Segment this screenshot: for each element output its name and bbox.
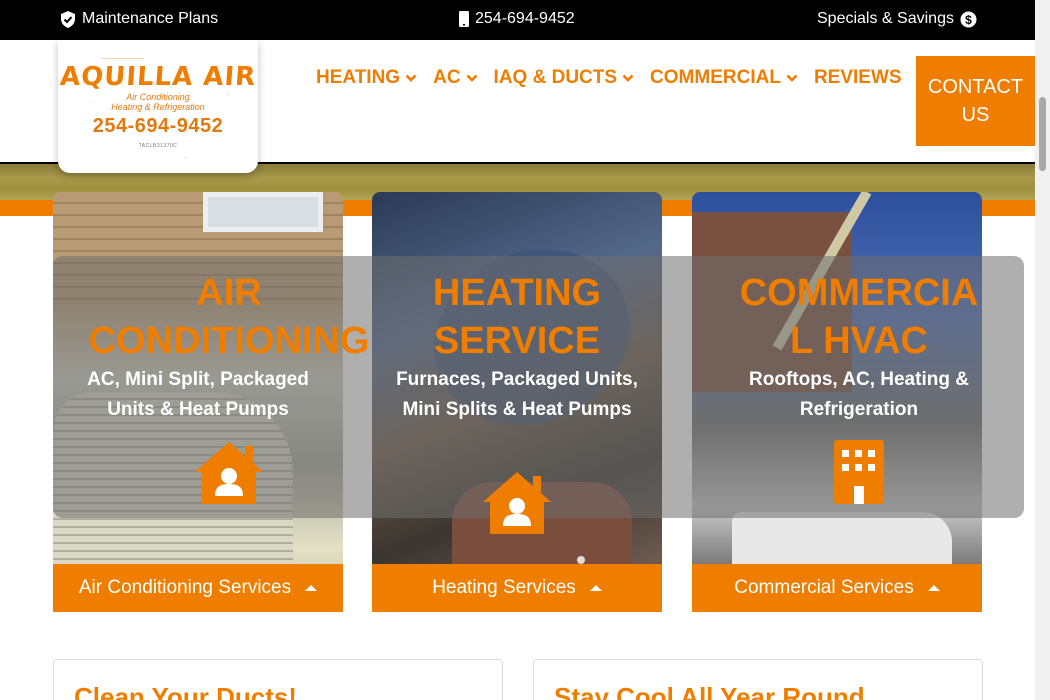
contact-line1: CONTACT xyxy=(927,76,1024,98)
clean-ducts-card: Clean Your Ducts! xyxy=(53,659,503,700)
logo[interactable]: AQUILLA AIR Air Conditioning Heating & R… xyxy=(58,40,258,173)
maintenance-plans-link[interactable]: Maintenance Plans xyxy=(60,10,218,28)
logo-line2: Heating & Refrigeration xyxy=(111,102,205,112)
chevron-down-icon xyxy=(622,74,634,82)
logo-license: TACLB31370C xyxy=(138,143,178,149)
top-bar: Maintenance Plans 254-694-9452 Specials … xyxy=(0,0,1035,40)
logo-phone: 254-694-9452 xyxy=(92,115,224,137)
heating-services-label: Heating Services xyxy=(432,577,576,598)
logo-line1: Air Conditioning xyxy=(126,92,190,102)
heating-card-title: HEATING SERVICE xyxy=(372,269,662,365)
chevron-down-icon xyxy=(405,74,417,82)
house-user-icon xyxy=(481,470,553,541)
scrollbar-thumb[interactable] xyxy=(1039,97,1046,171)
phone-label: 254-694-9452 xyxy=(475,10,575,27)
stay-cool-card: Stay Cool All Year Round xyxy=(533,659,983,700)
clean-ducts-title: Clean Your Ducts! xyxy=(74,682,297,700)
nav-item-reviews[interactable]: REVIEWS xyxy=(814,67,902,89)
maintenance-plans-label: Maintenance Plans xyxy=(82,10,219,27)
commercial-card-text: COMMERCIA L HVAC Rooftops, AC, Heating &… xyxy=(692,269,1026,425)
heating-card-text: HEATING SERVICE Furnaces, Packaged Units… xyxy=(372,269,662,425)
commercial-card-title: COMMERCIA L HVAC xyxy=(692,269,1026,365)
caret-up-icon xyxy=(589,585,602,591)
house-user-icon xyxy=(193,440,265,511)
nav-item-commercial[interactable]: COMMERCIAL xyxy=(650,67,798,89)
card-title-line: CONDITIONING xyxy=(88,320,370,362)
card-title-line: SERVICE xyxy=(433,320,601,362)
shield-check-icon xyxy=(60,10,76,28)
window-image xyxy=(203,192,323,232)
carousel-dot[interactable] xyxy=(577,556,585,564)
nav-label: AC xyxy=(433,67,461,88)
specials-savings-label: Specials & Savings xyxy=(817,10,954,27)
card-title-line: L HVAC xyxy=(790,320,928,362)
commercial-card-desc: Rooftops, AC, Heating & Refrigeration xyxy=(749,369,969,420)
commercial-services-label: Commercial Services xyxy=(734,577,914,598)
nav-item-heating[interactable]: HEATING xyxy=(316,67,417,89)
caret-up-icon xyxy=(305,585,318,591)
ac-card-text: AIR CONDITIONING AC, Mini Split, Package… xyxy=(53,269,405,425)
specials-savings-link[interactable]: Specials & Savings $ xyxy=(817,10,977,28)
card-title-line: COMMERCIA xyxy=(739,272,979,314)
heating-services-button[interactable]: Heating Services xyxy=(372,564,662,612)
chevron-down-icon xyxy=(466,74,477,82)
nav-label: IAQ & DUCTS xyxy=(493,67,618,88)
caret-up-icon xyxy=(927,585,940,591)
heating-card-desc: Furnaces, Packaged Units, Mini Splits & … xyxy=(396,369,638,420)
chevron-down-icon xyxy=(786,74,798,82)
ac-card-title: AIR CONDITIONING xyxy=(53,269,405,365)
building-icon xyxy=(834,440,884,509)
card-title-line: AIR xyxy=(196,272,262,314)
dollar-circle-icon: $ xyxy=(960,11,977,28)
nav-label: REVIEWS xyxy=(813,67,902,88)
nav-item-iaq-ducts[interactable]: IAQ & DUCTS xyxy=(494,67,635,89)
ac-card-desc: AC, Mini Split, Packaged Units & Heat Pu… xyxy=(87,369,309,420)
nav-item-ac[interactable]: AC xyxy=(433,67,477,89)
commercial-services-button[interactable]: Commercial Services xyxy=(692,564,982,612)
ac-services-button[interactable]: Air Conditioning Services xyxy=(53,564,343,612)
card-title-line: HEATING xyxy=(432,272,602,314)
logo-brand: AQUILLA AIR xyxy=(58,62,258,92)
phone-link[interactable]: 254-694-9452 xyxy=(459,10,575,28)
stay-cool-title: Stay Cool All Year Round xyxy=(554,682,865,700)
nav-label: COMMERCIAL xyxy=(650,67,781,88)
contact-us-button[interactable]: CONTACT US xyxy=(916,56,1035,146)
contact-line2: US xyxy=(961,104,990,126)
page-scrollbar[interactable] xyxy=(1035,0,1050,700)
main-nav: HEATING AC IAQ & DUCTS COMMERCIAL REVIEW… xyxy=(316,67,918,89)
ac-services-label: Air Conditioning Services xyxy=(78,577,292,598)
svg-text:$: $ xyxy=(965,13,972,27)
nav-label: HEATING xyxy=(316,67,401,88)
mobile-phone-icon xyxy=(459,11,469,27)
